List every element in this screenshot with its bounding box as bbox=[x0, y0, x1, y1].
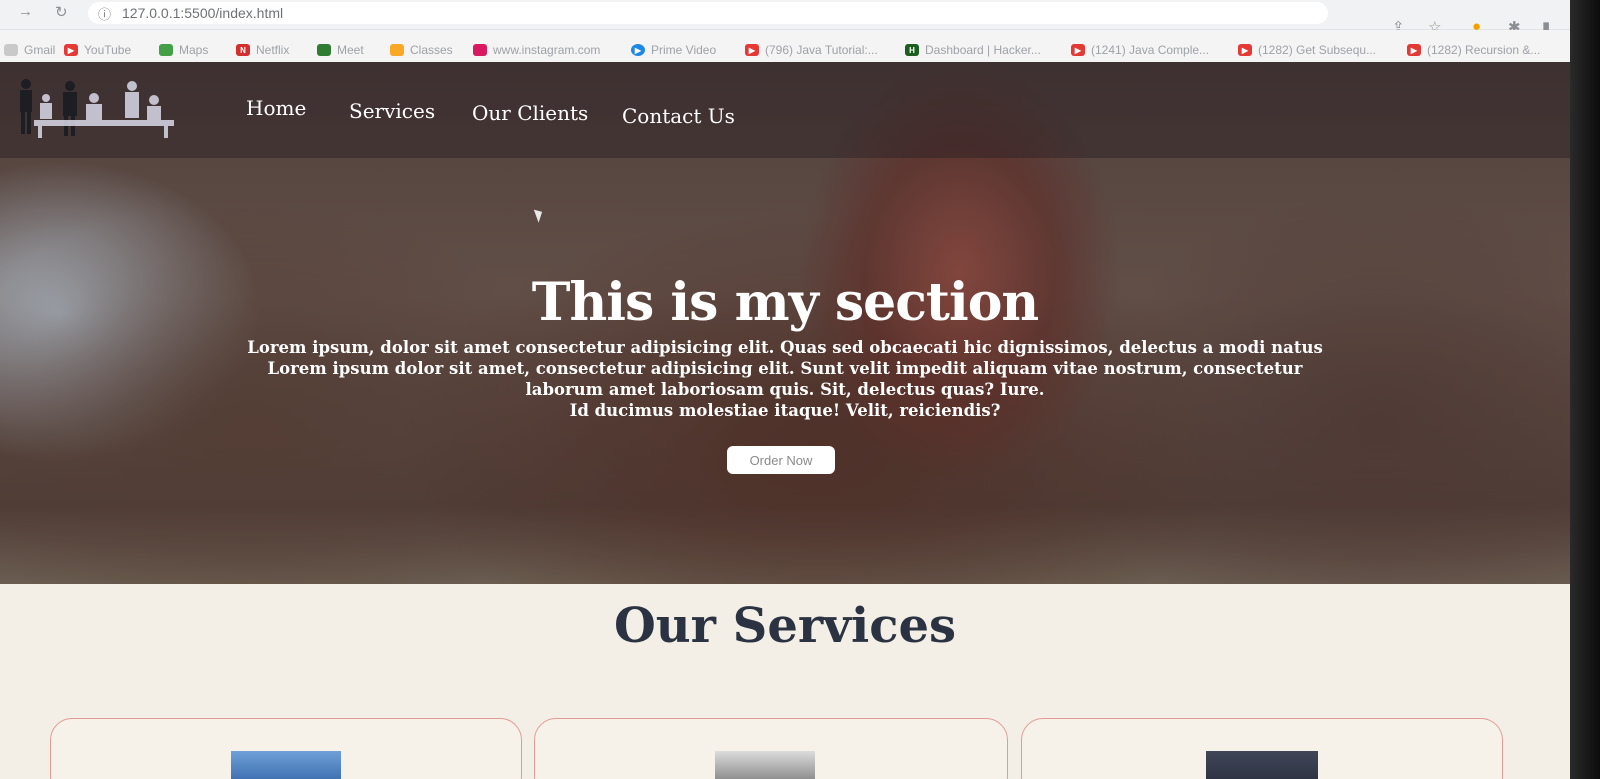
bookmark-item[interactable]: Meet bbox=[317, 43, 364, 57]
nav-home[interactable]: Home bbox=[246, 96, 306, 120]
hero-description: Lorem ipsum, dolor sit amet consectetur … bbox=[200, 337, 1370, 421]
order-now-button[interactable]: Order Now bbox=[727, 446, 835, 474]
logo-image bbox=[20, 79, 174, 138]
hero-line: Lorem ipsum dolor sit amet, consectetur … bbox=[267, 359, 1303, 378]
bookmark-item[interactable]: ▶ (1282) Recursion &... bbox=[1407, 43, 1540, 57]
service-card[interactable] bbox=[534, 718, 1008, 779]
service-card-image bbox=[1206, 751, 1318, 779]
bookmark-item[interactable]: Maps bbox=[159, 43, 208, 57]
prime-video-icon: ▶ bbox=[631, 44, 645, 56]
nav-contact-us[interactable]: Contact Us bbox=[622, 104, 735, 128]
bookmark-item[interactable]: Classes bbox=[390, 43, 453, 57]
site-info-icon[interactable]: ⓘ bbox=[98, 4, 111, 23]
services-heading: Our Services bbox=[613, 598, 957, 654]
maps-icon bbox=[159, 44, 173, 56]
hero-line: Lorem ipsum, dolor sit amet consectetur … bbox=[247, 338, 1323, 357]
nav-our-clients[interactable]: Our Clients bbox=[472, 101, 588, 125]
youtube-icon: ▶ bbox=[1071, 44, 1085, 56]
classes-icon bbox=[390, 44, 404, 56]
browser-toolbar: → ↻ ⓘ 127.0.0.1:5500/index.html ⇪ ☆ ● ✱ … bbox=[0, 0, 1570, 36]
forward-icon[interactable]: → bbox=[18, 3, 33, 20]
reload-icon[interactable]: ↻ bbox=[55, 3, 68, 21]
bookmark-item[interactable]: ▶ (1282) Get Subsequ... bbox=[1238, 43, 1376, 57]
bookmark-item[interactable]: ▶ (1241) Java Comple... bbox=[1071, 43, 1209, 57]
hackerrank-icon: H bbox=[905, 44, 919, 56]
service-card[interactable] bbox=[1021, 718, 1503, 779]
instagram-icon bbox=[473, 44, 487, 56]
service-card-image bbox=[715, 751, 815, 779]
youtube-icon: ▶ bbox=[64, 44, 78, 56]
monitor-bezel bbox=[1570, 0, 1600, 779]
bookmark-item[interactable]: H Dashboard | Hacker... bbox=[905, 43, 1041, 57]
bookmark-item[interactable]: Gmail bbox=[4, 43, 55, 57]
youtube-icon: ▶ bbox=[1407, 44, 1421, 56]
nav-services[interactable]: Services bbox=[349, 99, 435, 123]
bookmark-item[interactable]: ▶ Prime Video bbox=[631, 43, 716, 57]
address-bar[interactable]: ⓘ 127.0.0.1:5500/index.html bbox=[88, 2, 1328, 24]
browser-screen: → ↻ ⓘ 127.0.0.1:5500/index.html ⇪ ☆ ● ✱ … bbox=[0, 0, 1600, 779]
youtube-icon: ▶ bbox=[1238, 44, 1252, 56]
youtube-icon: ▶ bbox=[745, 44, 759, 56]
hero-title: This is my section bbox=[531, 272, 1039, 333]
bookmark-item[interactable]: ▶ YouTube bbox=[64, 43, 131, 57]
service-card[interactable] bbox=[50, 718, 522, 779]
mouse-cursor-icon bbox=[533, 207, 546, 223]
netflix-icon: N bbox=[236, 44, 250, 56]
site-navbar: Home Services Our Clients Contact Us bbox=[0, 62, 1570, 158]
url-text[interactable]: 127.0.0.1:5500/index.html bbox=[122, 5, 283, 21]
hero-line: Id ducimus molestiae itaque! Velit, reic… bbox=[569, 401, 1001, 420]
meet-icon bbox=[317, 44, 331, 56]
gmail-icon bbox=[4, 44, 18, 56]
bookmark-item[interactable]: N Netflix bbox=[236, 43, 289, 57]
service-card-image bbox=[231, 751, 341, 779]
bookmark-item[interactable]: ▶ (796) Java Tutorial:... bbox=[745, 43, 878, 57]
bookmark-item[interactable]: www.instagram.com bbox=[473, 43, 600, 57]
hero-line: laborum amet laboriosam quis. Sit, delec… bbox=[525, 380, 1045, 399]
